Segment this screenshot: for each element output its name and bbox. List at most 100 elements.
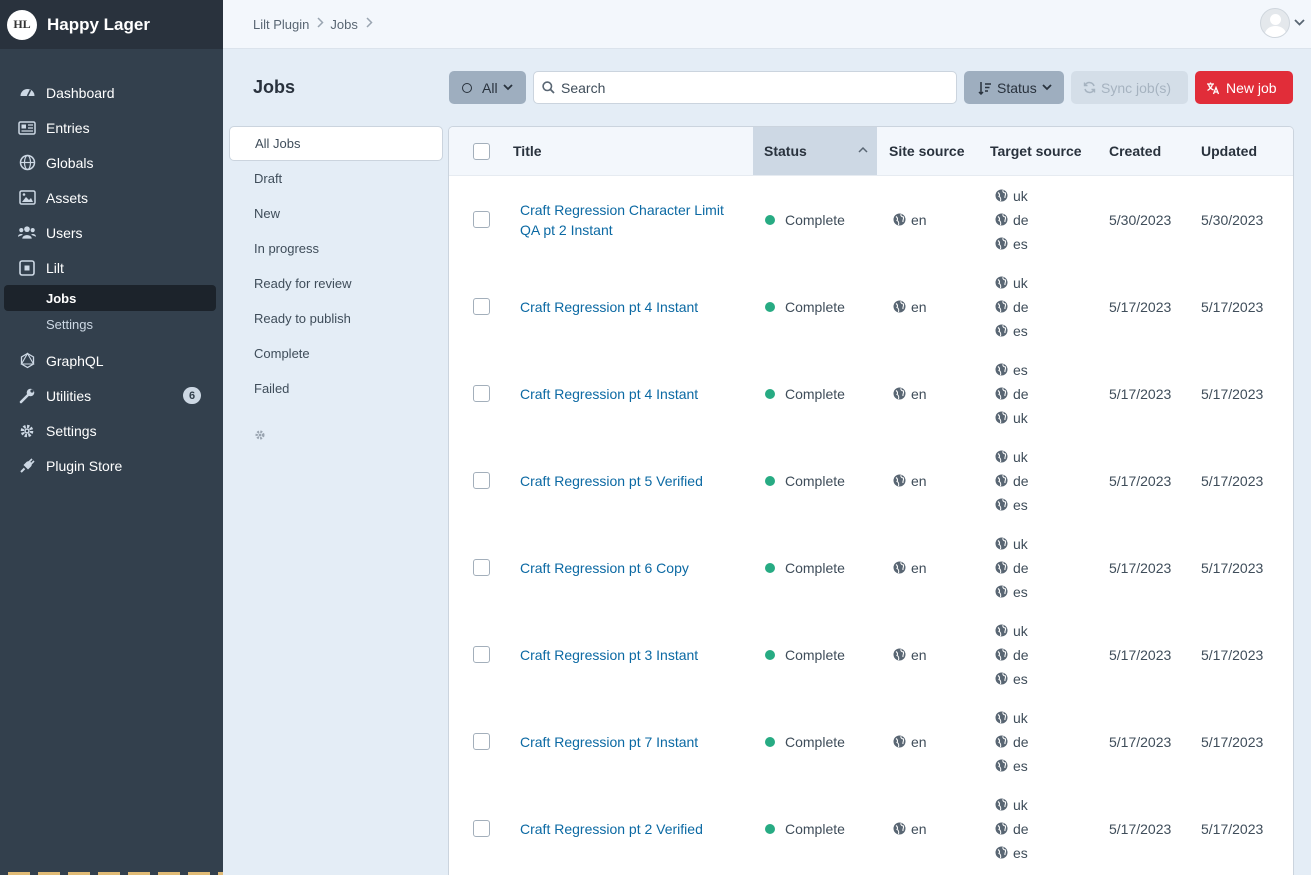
target-locale-label: de — [1013, 385, 1029, 402]
job-title-link[interactable]: Craft Regression pt 7 Instant — [520, 732, 698, 752]
sort-button[interactable]: Status — [964, 71, 1064, 104]
globe-icon — [995, 584, 1013, 600]
job-title-link[interactable]: Craft Regression pt 4 Instant — [520, 297, 698, 317]
target-locale-label: es — [1013, 235, 1028, 252]
new-job-button[interactable]: New job — [1195, 71, 1293, 104]
globe-icon — [995, 275, 1013, 291]
site-brand[interactable]: HL Happy Lager — [0, 0, 223, 49]
title-cell: Craft Regression pt 4 Instant — [520, 263, 745, 350]
image-icon — [18, 189, 36, 207]
table-row[interactable]: Craft Regression pt 6 Copy Complete en uk de… — [449, 524, 1293, 611]
breadcrumb-item[interactable]: Jobs — [330, 17, 378, 32]
status-cell: Complete — [765, 350, 845, 437]
status-dot-icon — [765, 562, 775, 573]
sidebar-item-lilt[interactable]: Lilt — [0, 250, 223, 285]
site-name: Happy Lager — [47, 14, 150, 34]
row-checkbox[interactable] — [473, 785, 490, 872]
search-input[interactable] — [561, 79, 941, 96]
sidebar-item-plugin-store[interactable]: Plugin Store — [0, 448, 223, 483]
source-item-complete[interactable]: Complete — [229, 336, 443, 371]
status-label: Complete — [785, 559, 845, 576]
sidebar-item-entries[interactable]: Entries — [0, 110, 223, 145]
new-job-label: New job — [1226, 79, 1277, 96]
target-source-cell: uk de es — [995, 437, 1029, 524]
row-checkbox[interactable] — [473, 263, 490, 350]
column-header-updated[interactable]: Updated — [1201, 127, 1257, 175]
row-checkbox[interactable] — [473, 176, 490, 263]
source-item-failed[interactable]: Failed — [229, 371, 443, 406]
row-checkbox[interactable] — [473, 611, 490, 698]
target-locale: es — [995, 493, 1028, 517]
sidebar-item-label: Utilities — [46, 387, 92, 404]
row-checkbox[interactable] — [473, 524, 490, 611]
subnav-item-jobs[interactable]: Jobs — [4, 285, 216, 311]
source-item-new[interactable]: New — [229, 196, 443, 231]
job-title-link[interactable]: Craft Regression pt 6 Copy — [520, 558, 689, 578]
row-checkbox[interactable] — [473, 437, 490, 524]
table-row[interactable]: Craft Regression pt 2 Verified Complete en… — [449, 785, 1293, 872]
column-header-target-source[interactable]: Target source — [990, 127, 1082, 175]
sync-jobs-button[interactable]: Sync job(s) — [1071, 71, 1188, 104]
main-nav: Dashboard Entries Globals Assets Users Lilt Jo… — [0, 75, 223, 483]
sidebar-item-users[interactable]: Users — [0, 215, 223, 250]
table-row[interactable]: Craft Regression pt 4 Instant Complete en e… — [449, 350, 1293, 437]
column-header-site-source[interactable]: Site source — [889, 127, 964, 175]
chevron-right-icon — [366, 17, 373, 31]
title-cell: Craft Regression Character Limit QA pt 2… — [520, 176, 745, 263]
source-item-all-jobs[interactable]: All Jobs — [229, 126, 443, 161]
globe-icon — [893, 560, 911, 576]
chevron-down-icon[interactable] — [1294, 18, 1305, 29]
job-title-link[interactable]: Craft Regression Character Limit QA pt 2… — [520, 200, 745, 240]
source-item-ready-for-review[interactable]: Ready for review — [229, 266, 443, 301]
job-title-link[interactable]: Craft Regression pt 5 Verified — [520, 471, 703, 491]
subnav-item-settings[interactable]: Settings — [0, 311, 223, 338]
job-title-link[interactable]: Craft Regression pt 3 Instant — [520, 645, 698, 665]
row-checkbox[interactable] — [473, 698, 490, 785]
source-item-ready-to-publish[interactable]: Ready to publish — [229, 301, 443, 336]
target-source-cell: es de uk — [995, 350, 1029, 437]
column-header-status[interactable]: Status — [753, 127, 877, 175]
select-all-checkbox[interactable] — [473, 127, 490, 175]
table-row[interactable]: Craft Regression Character Limit QA pt 2… — [449, 176, 1293, 263]
sidebar-item-graphql[interactable]: GraphQL — [0, 343, 223, 378]
breadcrumb-item[interactable]: Lilt Plugin — [253, 17, 330, 32]
column-header-created[interactable]: Created — [1109, 127, 1161, 175]
graphql-icon — [18, 352, 36, 370]
status-filter-button[interactable]: All — [449, 71, 526, 104]
table-row[interactable]: Craft Regression pt 5 Verified Complete en… — [449, 437, 1293, 524]
table-header: Title Status Site source Target source C… — [449, 127, 1293, 176]
site-source-label: en — [911, 733, 927, 750]
globe-icon — [995, 845, 1013, 861]
site-source-label: en — [911, 385, 927, 402]
globe-icon — [995, 710, 1013, 726]
account-menu[interactable] — [1260, 8, 1305, 38]
globe-icon — [995, 536, 1013, 552]
sidebar-item-assets[interactable]: Assets — [0, 180, 223, 215]
table-row[interactable]: Craft Regression pt 4 Instant Complete en u… — [449, 263, 1293, 350]
search-field[interactable] — [533, 71, 957, 104]
sidebar-item-utilities[interactable]: Utilities 6 — [0, 378, 223, 413]
sidebar-item-globals[interactable]: Globals — [0, 145, 223, 180]
target-locale: de — [995, 469, 1029, 493]
job-title-link[interactable]: Craft Regression pt 2 Verified — [520, 819, 703, 839]
site-logo: HL — [7, 9, 37, 40]
status-cell: Complete — [765, 698, 845, 785]
status-dot-icon — [765, 736, 775, 747]
customize-sources-gear-icon[interactable] — [254, 429, 266, 444]
target-locale-label: de — [1013, 820, 1029, 837]
column-header-title[interactable]: Title — [513, 127, 542, 175]
source-item-in-progress[interactable]: In progress — [229, 231, 443, 266]
table-row[interactable]: Craft Regression pt 3 Instant Complete en u… — [449, 611, 1293, 698]
created-date: 5/17/2023 — [1109, 646, 1172, 663]
row-checkbox[interactable] — [473, 350, 490, 437]
avatar[interactable] — [1260, 8, 1290, 38]
title-cell: Craft Regression pt 7 Instant — [520, 698, 745, 785]
target-locale-label: de — [1013, 298, 1029, 315]
table-row[interactable]: Craft Regression pt 7 Instant Complete en u… — [449, 698, 1293, 785]
source-item-draft[interactable]: Draft — [229, 161, 443, 196]
job-title-link[interactable]: Craft Regression pt 4 Instant — [520, 384, 698, 404]
globe-icon — [995, 758, 1013, 774]
sidebar-item-label: Dashboard — [46, 84, 115, 101]
sidebar-item-settings[interactable]: Settings — [0, 413, 223, 448]
sidebar-item-dashboard[interactable]: Dashboard — [0, 75, 223, 110]
